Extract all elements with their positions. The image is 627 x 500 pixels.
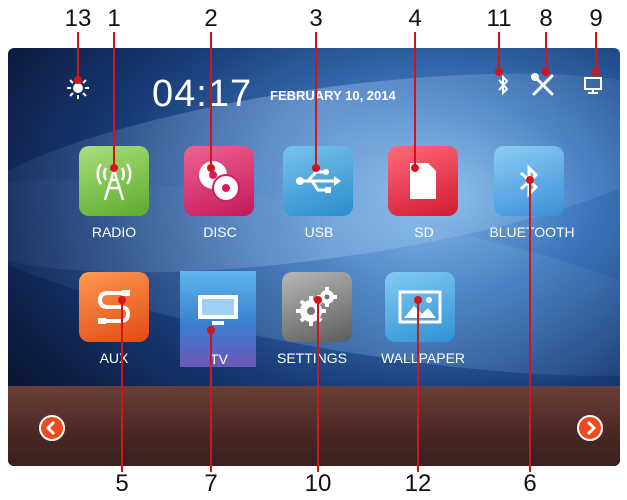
settings-label: SETTINGS [276, 350, 347, 366]
callout-line-7 [207, 326, 215, 472]
callout-line-8 [542, 32, 550, 76]
clock: 04:17 [152, 73, 253, 115]
callout-2: 2 [204, 5, 218, 32]
callout-9: 9 [589, 5, 603, 32]
callout-line-6 [526, 176, 534, 472]
disc-icon [199, 161, 240, 202]
aux-tile[interactable] [79, 272, 149, 342]
callout-line-13 [74, 32, 82, 84]
bluetooth-status-icon[interactable] [496, 74, 510, 101]
callout-10: 10 [304, 470, 332, 497]
callout-8: 8 [539, 5, 553, 32]
callout-line-4 [411, 32, 419, 172]
monitor-icon[interactable] [582, 74, 604, 101]
callout-12: 12 [404, 470, 432, 497]
tv-icon [198, 295, 238, 325]
tools-icon[interactable] [530, 72, 556, 103]
usb-tile[interactable] [283, 146, 353, 216]
callout-line-10 [314, 296, 322, 472]
callout-line-5 [118, 296, 126, 472]
date: FEBRUARY 10, 2014 [270, 88, 396, 103]
wallpaper-tile[interactable] [385, 272, 455, 342]
callout-4: 4 [408, 5, 422, 32]
callout-6: 6 [523, 470, 537, 497]
chevron-right-icon [586, 420, 597, 436]
callout-line-1 [110, 32, 118, 172]
sd-tile[interactable] [388, 146, 458, 216]
sd-label: SD [414, 224, 434, 240]
wallpaper-label: WALLPAPER [380, 350, 466, 366]
next-page-button[interactable] [577, 415, 603, 441]
callout-11: 11 [486, 5, 512, 32]
radio-label: RADIO [91, 224, 137, 240]
previous-page-button[interactable] [39, 415, 65, 441]
callout-13: 13 [64, 5, 92, 32]
callout-line-12 [414, 296, 422, 472]
picture-icon [398, 290, 442, 324]
disc-tile[interactable] [184, 146, 254, 216]
callout-line-2 [207, 32, 215, 172]
chevron-left-icon [45, 420, 56, 436]
callout-line-3 [312, 32, 320, 172]
aux-cable-icon [97, 290, 131, 324]
callout-7: 7 [204, 470, 218, 497]
callout-line-11 [495, 32, 503, 76]
callout-line-9 [592, 32, 600, 76]
callout-3: 3 [309, 5, 323, 32]
usb-label: USB [304, 224, 334, 240]
aux-label: AUX [99, 350, 129, 366]
callout-1: 1 [107, 5, 121, 32]
callout-5: 5 [115, 470, 129, 497]
bluetooth-label: BLUETOOTH [489, 224, 575, 240]
